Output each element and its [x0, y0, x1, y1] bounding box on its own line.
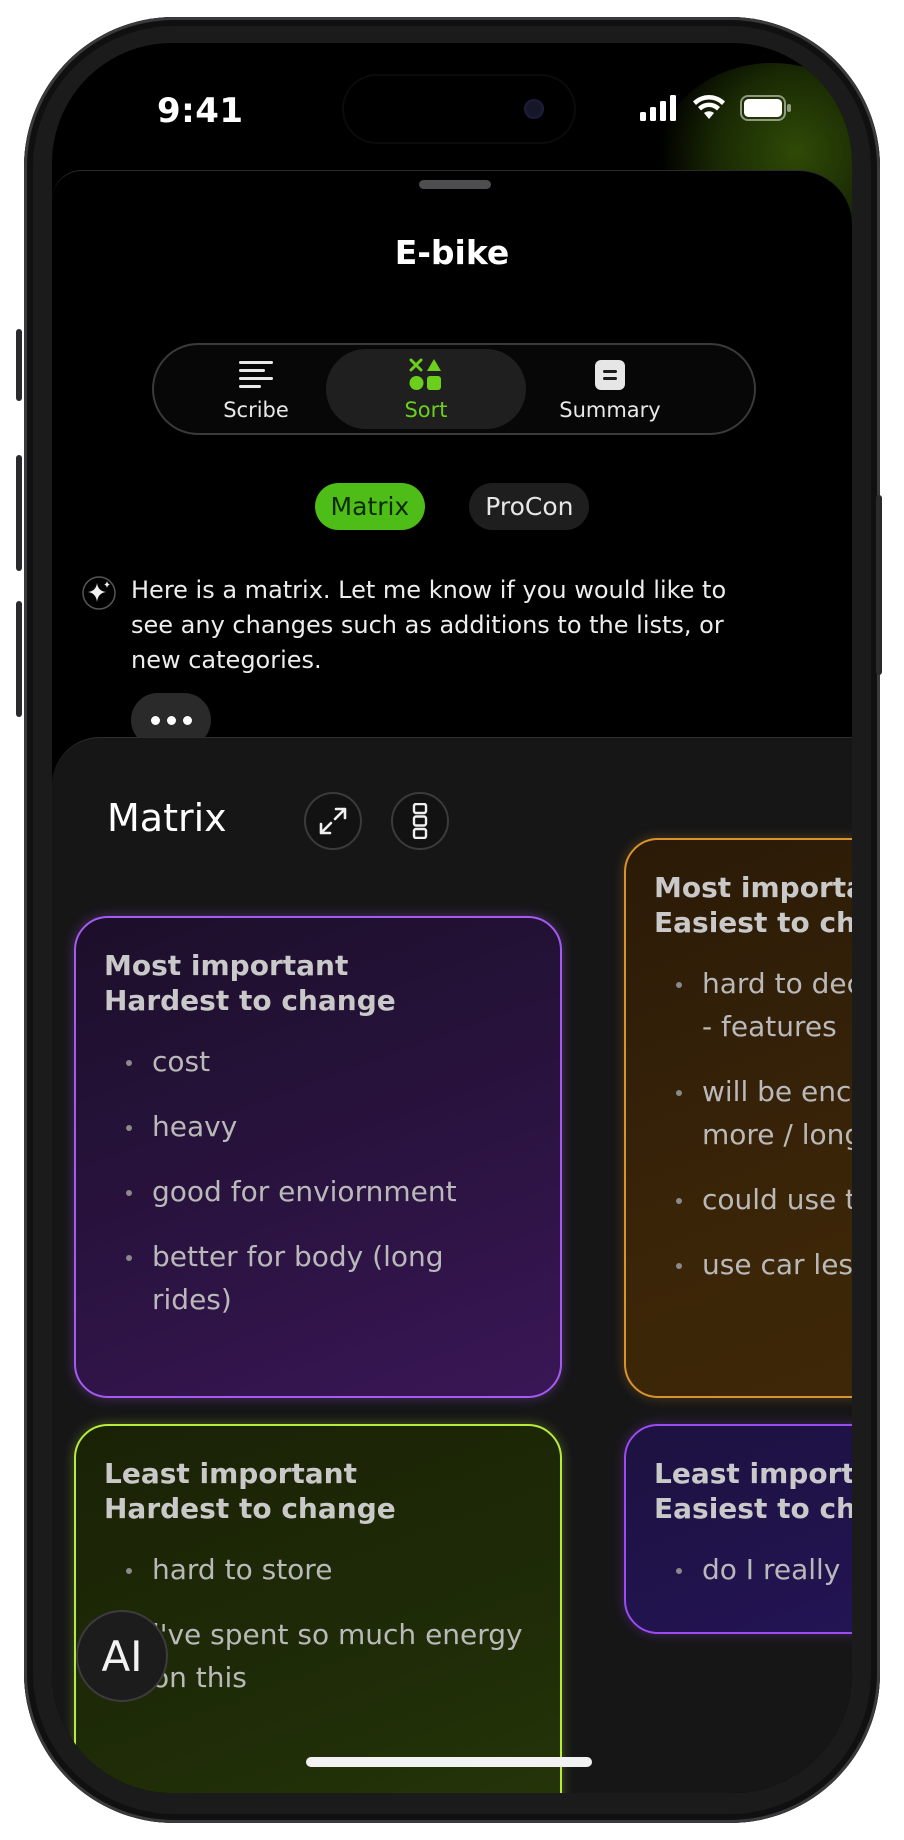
battery-icon	[740, 95, 791, 121]
assistant-message: Here is a matrix. Let me know if you wou…	[131, 576, 727, 674]
chip-matrix[interactable]: Matrix	[314, 483, 426, 530]
quadrant-list: do I really Need it	[654, 1548, 852, 1591]
list-item: good for enviornment	[104, 1170, 532, 1213]
view-chips: Matrix ProCon	[52, 483, 852, 530]
mode-segmented-control: Scribe Sort Summary	[152, 343, 756, 435]
quadrant-title: Least important Easiest to change	[654, 1457, 852, 1525]
tab-scribe-label: Scribe	[223, 398, 289, 422]
quadrant-card-least-easiest[interactable]: Least important Easiest to change do I r…	[624, 1424, 852, 1634]
chip-procon[interactable]: ProCon	[469, 483, 590, 530]
expand-icon	[319, 807, 347, 835]
ai-text-button[interactable]: AI	[76, 1610, 168, 1702]
screen: 9:41 E-bike Scribe Sort Summary Matrix P…	[52, 43, 852, 1793]
list-item: hard to decide what I need - features	[654, 962, 852, 1048]
list-item: i've spent so much energy on this	[104, 1613, 532, 1699]
page-title: E-bike	[394, 233, 510, 272]
quadrant-card-least-hardest[interactable]: Least important Hardest to change hard t…	[74, 1424, 562, 1793]
dot-icon	[182, 715, 192, 725]
camera-icon	[524, 99, 544, 119]
dot-icon	[150, 715, 160, 725]
list-item: will be encouraged to bike more / longer…	[654, 1070, 852, 1156]
quadrant-list: cost heavy good for enviornment better f…	[104, 1040, 532, 1321]
list-item: could use to commute	[654, 1178, 852, 1221]
quadrant-card-most-easiest[interactable]: Most important Easiest to change hard to…	[624, 838, 852, 1398]
vertical-boxes-icon	[412, 803, 428, 839]
quadrant-list: hard to store i've spent so much energy …	[104, 1548, 532, 1699]
list-item: cost	[104, 1040, 532, 1083]
dynamic-island	[344, 76, 574, 142]
volume-down-button	[16, 601, 22, 717]
volume-up-button	[16, 455, 22, 571]
action-button	[16, 329, 22, 401]
tab-sort-label: Sort	[404, 398, 448, 422]
list-item: use car less	[654, 1243, 852, 1286]
shapes-icon	[409, 358, 441, 390]
home-indicator[interactable]	[306, 1757, 592, 1767]
grid-options-button[interactable]	[391, 792, 449, 850]
cellular-signal-icon	[640, 95, 676, 121]
matrix-title: Matrix	[107, 796, 227, 840]
status-time: 9:41	[157, 91, 244, 131]
quadrant-title: Least important Hardest to change	[104, 1457, 396, 1525]
sparkle-icon	[82, 576, 116, 610]
tab-summary[interactable]: Summary	[510, 349, 710, 429]
matrix-panel: Matrix Most important Hardest to change …	[52, 737, 852, 1793]
list-item: heavy	[104, 1105, 532, 1148]
list-item: better for body (long rides)	[104, 1235, 532, 1321]
dot-icon	[166, 715, 176, 725]
quadrant-list: hard to decide what I need - features wi…	[654, 962, 852, 1286]
wifi-icon	[693, 95, 725, 119]
list-item: do I really Need it	[654, 1548, 852, 1591]
tab-sort[interactable]: Sort	[326, 349, 526, 429]
status-icons	[640, 95, 792, 121]
power-button	[876, 495, 882, 675]
expand-button[interactable]	[304, 792, 362, 850]
quadrant-title: Most important Hardest to change	[104, 949, 396, 1017]
ai-text-icon: AI	[101, 1631, 143, 1681]
quadrant-title: Most important Easiest to change	[654, 871, 852, 939]
document-icon	[595, 360, 625, 390]
sheet-grabber[interactable]	[419, 180, 491, 189]
list-item: hard to store	[104, 1548, 532, 1591]
lines-icon	[239, 361, 273, 388]
tab-summary-label: Summary	[559, 398, 661, 422]
quadrant-card-most-hardest[interactable]: Most important Hardest to change cost he…	[74, 916, 562, 1398]
bottom-sheet: E-bike Scribe Sort Summary Matrix ProCon…	[52, 170, 852, 1793]
